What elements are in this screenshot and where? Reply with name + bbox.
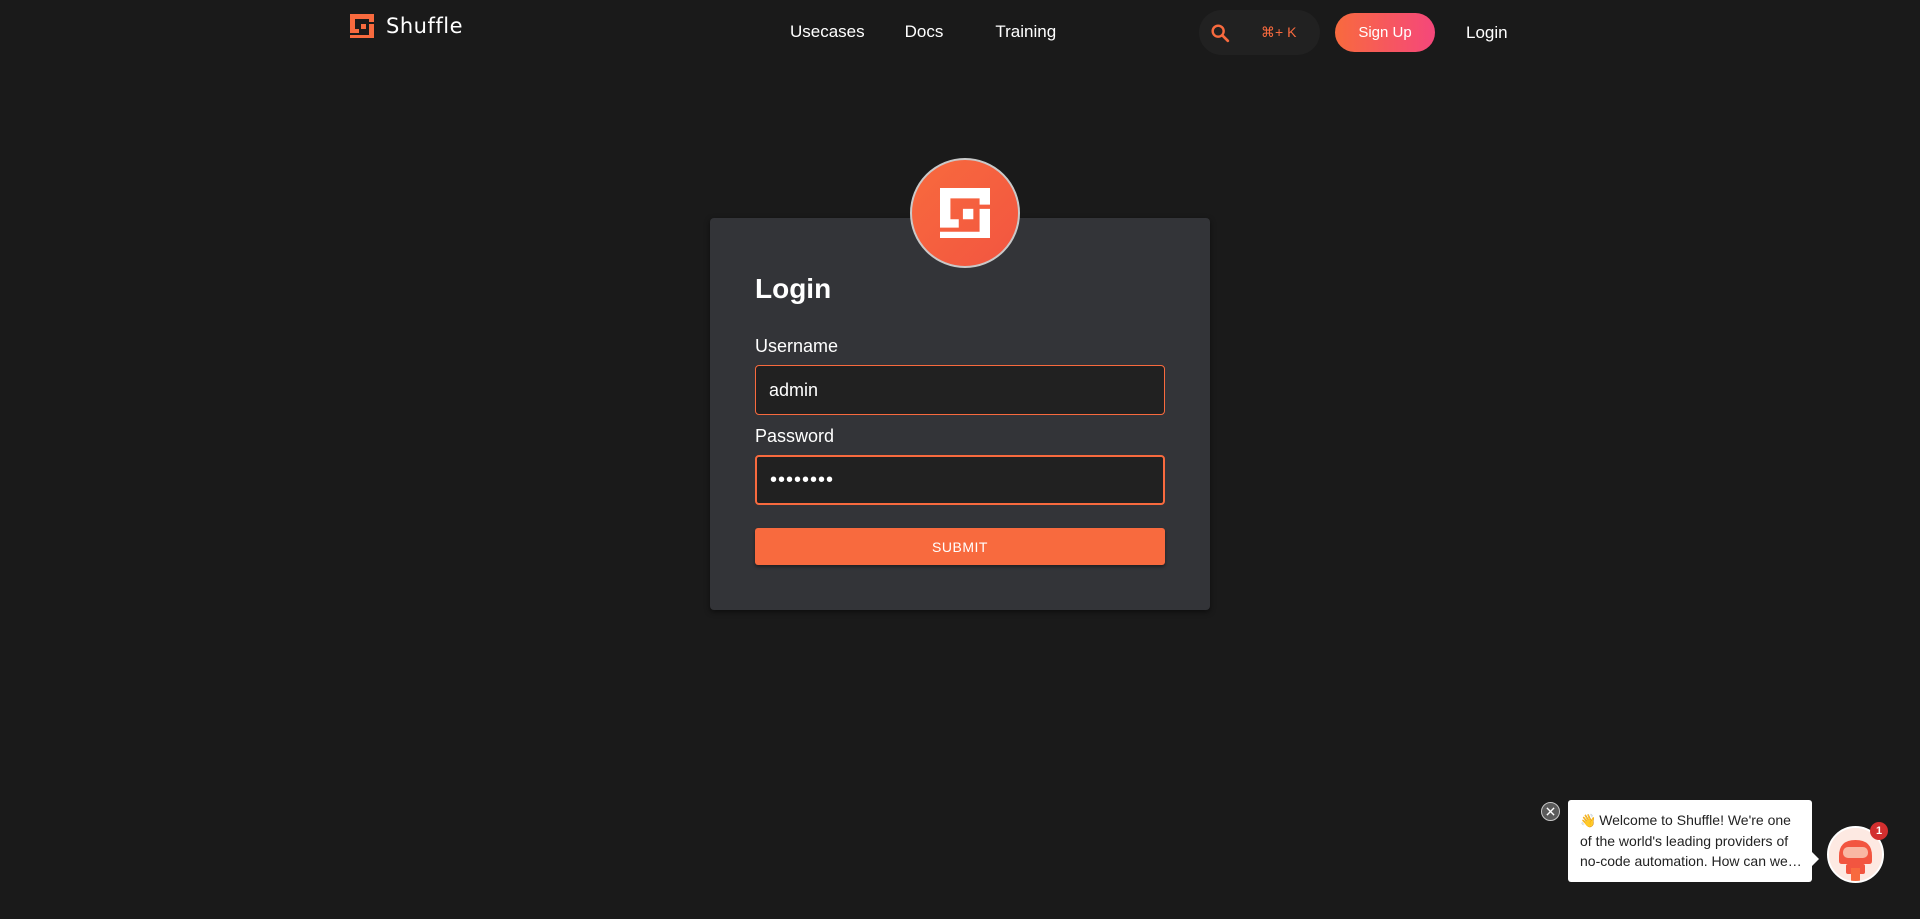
brand-name: Shuffle [386,14,463,38]
chat-welcome-bubble[interactable]: 👋 Welcome to Shuffle! We're one of the wo… [1568,800,1812,882]
nav-login-link[interactable]: Login [1466,23,1508,43]
nav-links: Usecases Docs Training [790,22,1056,42]
nav-link-usecases[interactable]: Usecases [790,22,865,42]
chat-close-button[interactable] [1541,802,1560,821]
chat-unread-badge: 1 [1870,822,1888,840]
shuffle-logo-icon [940,188,990,238]
search-button[interactable]: ⌘+ K [1199,10,1320,55]
signup-button[interactable]: Sign Up [1335,13,1435,52]
search-icon [1211,23,1230,42]
password-input[interactable] [755,455,1165,505]
chat-bubble-tail [1811,851,1819,867]
chat-message: Welcome to Shuffle! We're one of the wor… [1580,812,1791,869]
close-icon [1546,807,1555,816]
username-input[interactable] [755,365,1165,415]
submit-button[interactable]: SUBMIT [755,528,1165,565]
login-title: Login [755,273,832,304]
nav-link-docs[interactable]: Docs [905,22,944,42]
brand-link[interactable]: Shuffle [350,14,463,38]
search-shortcut: ⌘+ K [1261,24,1297,40]
login-logo-badge [910,158,1020,268]
waving-hand-icon: 👋 [1580,813,1597,828]
shuffle-logo-icon [350,14,374,38]
password-label: Password [755,426,835,446]
login-card: Login Username Password SUBMIT [710,218,1210,610]
username-label: Username [755,336,839,356]
nav-link-training[interactable]: Training [995,22,1056,42]
top-nav: Shuffle Usecases Docs Training ⌘+ K Sign… [0,0,1920,66]
